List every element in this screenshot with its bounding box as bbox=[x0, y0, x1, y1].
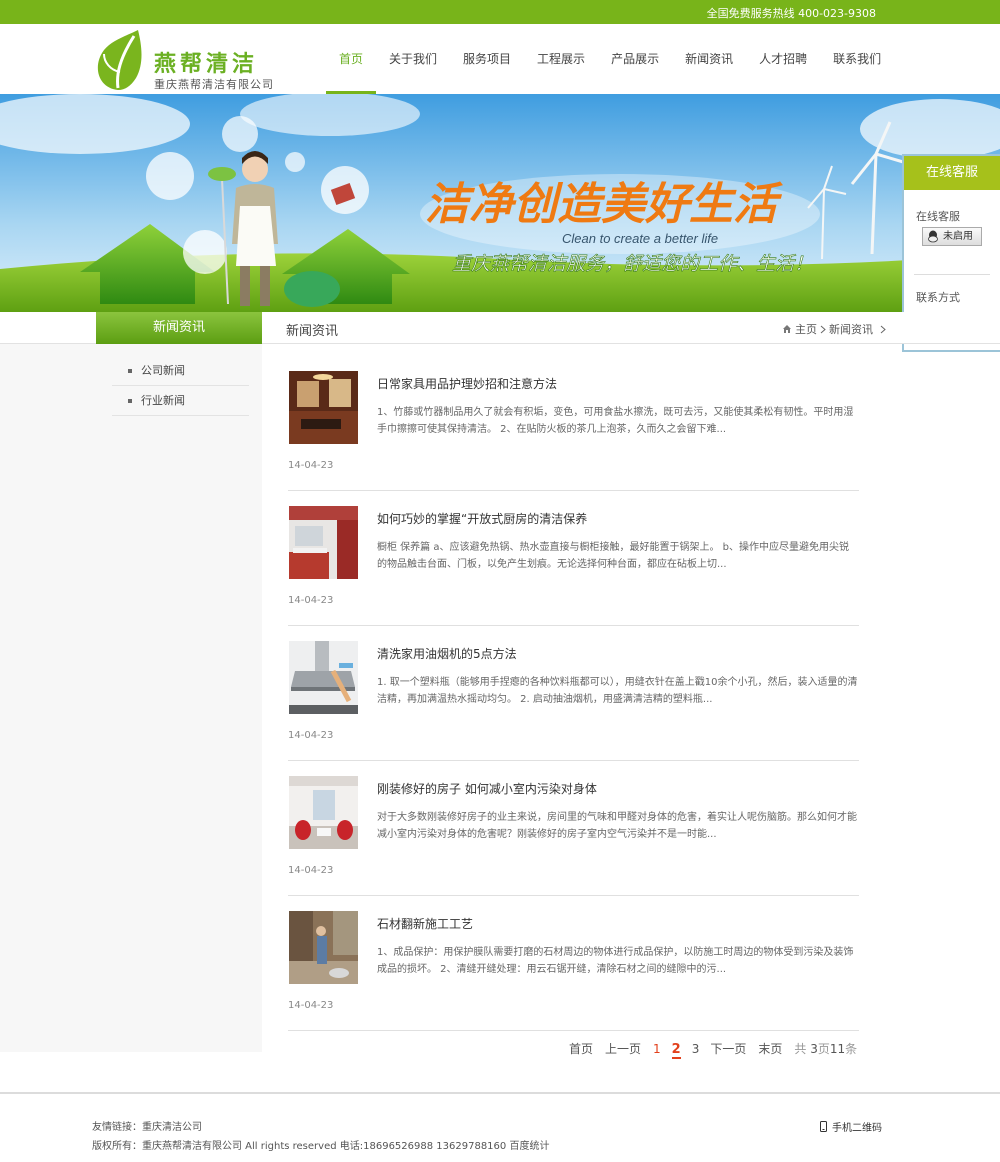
news-item: 刚装修好的房子 如何减小室内污染对身体 对于大多数刚装修好房子的业主来说，房间里… bbox=[288, 761, 859, 896]
service-contact-label: 联系方式 bbox=[916, 291, 960, 304]
main-nav: 首页 关于我们 服务项目 工程展示 产品展示 新闻资讯 人才招聘 联系我们 bbox=[326, 24, 894, 94]
qq-status-label: 未启用 bbox=[943, 231, 973, 242]
nav-item-about[interactable]: 关于我们 bbox=[376, 24, 450, 94]
banner-illustration: 洁净创造美好生活 Clean to create a better life 重… bbox=[0, 94, 1000, 312]
total-post: 条 bbox=[845, 1042, 858, 1056]
page-title: 新闻资讯 bbox=[286, 324, 339, 339]
service-divider bbox=[914, 274, 990, 275]
home-icon bbox=[783, 325, 791, 333]
section-bar: 新闻资讯 新闻资讯 主页 新闻资讯 bbox=[0, 312, 1000, 344]
news-date: 14-04-23 bbox=[288, 595, 334, 606]
mobile-qr-link[interactable]: 手机二维码 bbox=[820, 1119, 882, 1134]
nav-item-contact[interactable]: 联系我们 bbox=[820, 24, 894, 94]
nav-item-services[interactable]: 服务项目 bbox=[450, 24, 524, 94]
news-summary: 对于大多数刚装修好房子的业主来说，房间里的气味和甲醛对身体的危害，着实让人呢伤脑… bbox=[377, 812, 857, 840]
total-mid: 页 bbox=[817, 1042, 830, 1056]
category-title: 新闻资讯 bbox=[96, 312, 262, 344]
hotline-text: 全国免费服务热线 400-023-9308 bbox=[706, 7, 876, 20]
nav-item-news[interactable]: 新闻资讯 bbox=[672, 24, 746, 94]
pagination: 首页 上一页 1 2 3 下一页 末页 共 3页11条 bbox=[569, 1040, 857, 1059]
nav-item-home[interactable]: 首页 bbox=[326, 24, 377, 94]
sidebar-item-label: 公司新闻 bbox=[141, 364, 185, 377]
bullet-icon bbox=[128, 369, 132, 373]
breadcrumb-home[interactable]: 主页 bbox=[795, 321, 817, 337]
news-thumbnail[interactable] bbox=[289, 371, 358, 444]
news-date: 14-04-23 bbox=[288, 460, 334, 471]
news-title[interactable]: 刚装修好的房子 如何减小室内污染对身体 bbox=[377, 780, 597, 797]
news-list: 日常家具用品护理妙招和注意方法 1、竹藤或竹器制品用久了就会有积垢，变色，可用食… bbox=[288, 356, 859, 1031]
news-item: 石材翻新施工工艺 1、成品保护：用保护膜队需要打磨的石材周边的物体进行成品保护，… bbox=[288, 896, 859, 1031]
header: 燕帮清洁 重庆燕帮清洁有限公司 首页 关于我们 服务项目 工程展示 产品展示 新… bbox=[0, 24, 1000, 94]
kitchen-image bbox=[289, 506, 358, 579]
sidebar-nav: 公司新闻 行业新闻 bbox=[112, 356, 249, 416]
top-bar: 全国免费服务热线 400-023-9308 bbox=[0, 0, 1000, 24]
last-page-link[interactable]: 末页 bbox=[758, 1040, 782, 1057]
friend-links[interactable]: 友情链接：重庆清洁公司 bbox=[92, 1118, 202, 1133]
logo[interactable]: 燕帮清洁 重庆燕帮清洁有限公司 bbox=[96, 30, 286, 94]
news-title[interactable]: 如何巧妙的掌握“开放式厨房的清洁保养 bbox=[377, 510, 587, 527]
news-date: 14-04-23 bbox=[288, 730, 334, 741]
range-hood-image bbox=[289, 641, 358, 714]
news-title[interactable]: 石材翻新施工工艺 bbox=[377, 915, 473, 932]
news-summary: 1. 取一个塑料瓶（能够用手捏瘪的各种饮料瓶都可以），用缝衣针在盖上戳10余个小… bbox=[377, 677, 858, 705]
total-items: 11 bbox=[829, 1042, 846, 1056]
sidebar-item-industry-news[interactable]: 行业新闻 bbox=[112, 386, 249, 416]
mobile-qr-label: 手机二维码 bbox=[832, 1123, 882, 1134]
nav-item-jobs[interactable]: 人才招聘 bbox=[746, 24, 820, 94]
next-page-link[interactable]: 下一页 bbox=[710, 1040, 746, 1057]
page-link-1[interactable]: 1 bbox=[653, 1042, 661, 1056]
footer: 友情链接：重庆清洁公司 版权所有：重庆燕帮清洁有限公司 All rights r… bbox=[0, 1092, 1000, 1162]
news-thumbnail[interactable] bbox=[289, 506, 358, 579]
news-thumbnail[interactable] bbox=[289, 641, 358, 714]
breadcrumb-current[interactable]: 新闻资讯 bbox=[829, 321, 873, 337]
news-thumbnail[interactable] bbox=[289, 776, 358, 849]
copyright: 版权所有：重庆燕帮清洁有限公司 All rights reserved 电话:1… bbox=[92, 1141, 550, 1152]
qq-icon bbox=[928, 230, 938, 243]
sidebar-item-company-news[interactable]: 公司新闻 bbox=[112, 356, 249, 386]
qq-status-button[interactable]: 未启用 bbox=[922, 227, 982, 246]
news-summary: 橱柜 保养篇 a、应该避免热锅、热水壶直接与橱柜接触，最好能置于锅架上。 b、操… bbox=[377, 542, 850, 570]
banner-slogan-en: Clean to create a better life bbox=[562, 231, 718, 246]
news-title[interactable]: 清洗家用油烟机的5点方法 bbox=[377, 645, 517, 662]
total-pre: 共 bbox=[794, 1042, 807, 1056]
first-page-link[interactable]: 首页 bbox=[569, 1040, 593, 1057]
new-room-image bbox=[289, 776, 358, 849]
leaf-logo-icon bbox=[97, 30, 142, 90]
logo-subtitle: 重庆燕帮清洁有限公司 bbox=[154, 78, 274, 91]
prev-page-link[interactable]: 上一页 bbox=[605, 1040, 641, 1057]
banner-tagline: 重庆燕帮清洁服务，舒适您的工作、生活！ bbox=[452, 253, 813, 275]
news-title[interactable]: 日常家具用品护理妙招和注意方法 bbox=[377, 375, 557, 392]
stone-floor-image bbox=[289, 911, 358, 984]
chevron-right-icon bbox=[820, 325, 826, 333]
page-link-current[interactable]: 2 bbox=[671, 1042, 681, 1059]
service-title[interactable]: 在线客服 bbox=[904, 156, 1000, 190]
phone-icon bbox=[820, 1121, 827, 1132]
bullet-icon bbox=[128, 399, 132, 403]
news-item: 清洗家用油烟机的5点方法 1. 取一个塑料瓶（能够用手捏瘪的各种饮料瓶都可以），… bbox=[288, 626, 859, 761]
service-online-label: 在线客服 bbox=[916, 210, 960, 223]
chevron-right-icon bbox=[880, 325, 886, 333]
sidebar-background bbox=[0, 344, 262, 1052]
news-summary: 1、成品保护：用保护膜队需要打磨的石材周边的物体进行成品保护，以防施工时周边的物… bbox=[377, 947, 854, 975]
pager-total: 共 3页11条 bbox=[794, 1040, 857, 1057]
news-item: 如何巧妙的掌握“开放式厨房的清洁保养 橱柜 保养篇 a、应该避免热锅、热水壶直接… bbox=[288, 491, 859, 626]
nav-item-projects[interactable]: 工程展示 bbox=[524, 24, 598, 94]
news-summary: 1、竹藤或竹器制品用久了就会有积垢，变色，可用食盐水擦洗，既可去污，又能使其柔松… bbox=[377, 407, 854, 435]
nav-item-products[interactable]: 产品展示 bbox=[598, 24, 672, 94]
news-date: 14-04-23 bbox=[288, 1000, 334, 1011]
news-item: 日常家具用品护理妙招和注意方法 1、竹藤或竹器制品用久了就会有积垢，变色，可用食… bbox=[288, 356, 859, 491]
living-room-image bbox=[289, 371, 358, 444]
hero-banner: 洁净创造美好生活 Clean to create a better life 重… bbox=[0, 94, 1000, 312]
news-date: 14-04-23 bbox=[288, 865, 334, 876]
logo-name: 燕帮清洁 bbox=[154, 52, 259, 77]
banner-slogan: 洁净创造美好生活 bbox=[425, 180, 783, 229]
sidebar-item-label: 行业新闻 bbox=[141, 394, 185, 407]
breadcrumb: 主页 新闻资讯 bbox=[782, 321, 886, 337]
page-link-3[interactable]: 3 bbox=[692, 1042, 700, 1056]
total-pages: 3 bbox=[810, 1042, 818, 1056]
news-thumbnail[interactable] bbox=[289, 911, 358, 984]
